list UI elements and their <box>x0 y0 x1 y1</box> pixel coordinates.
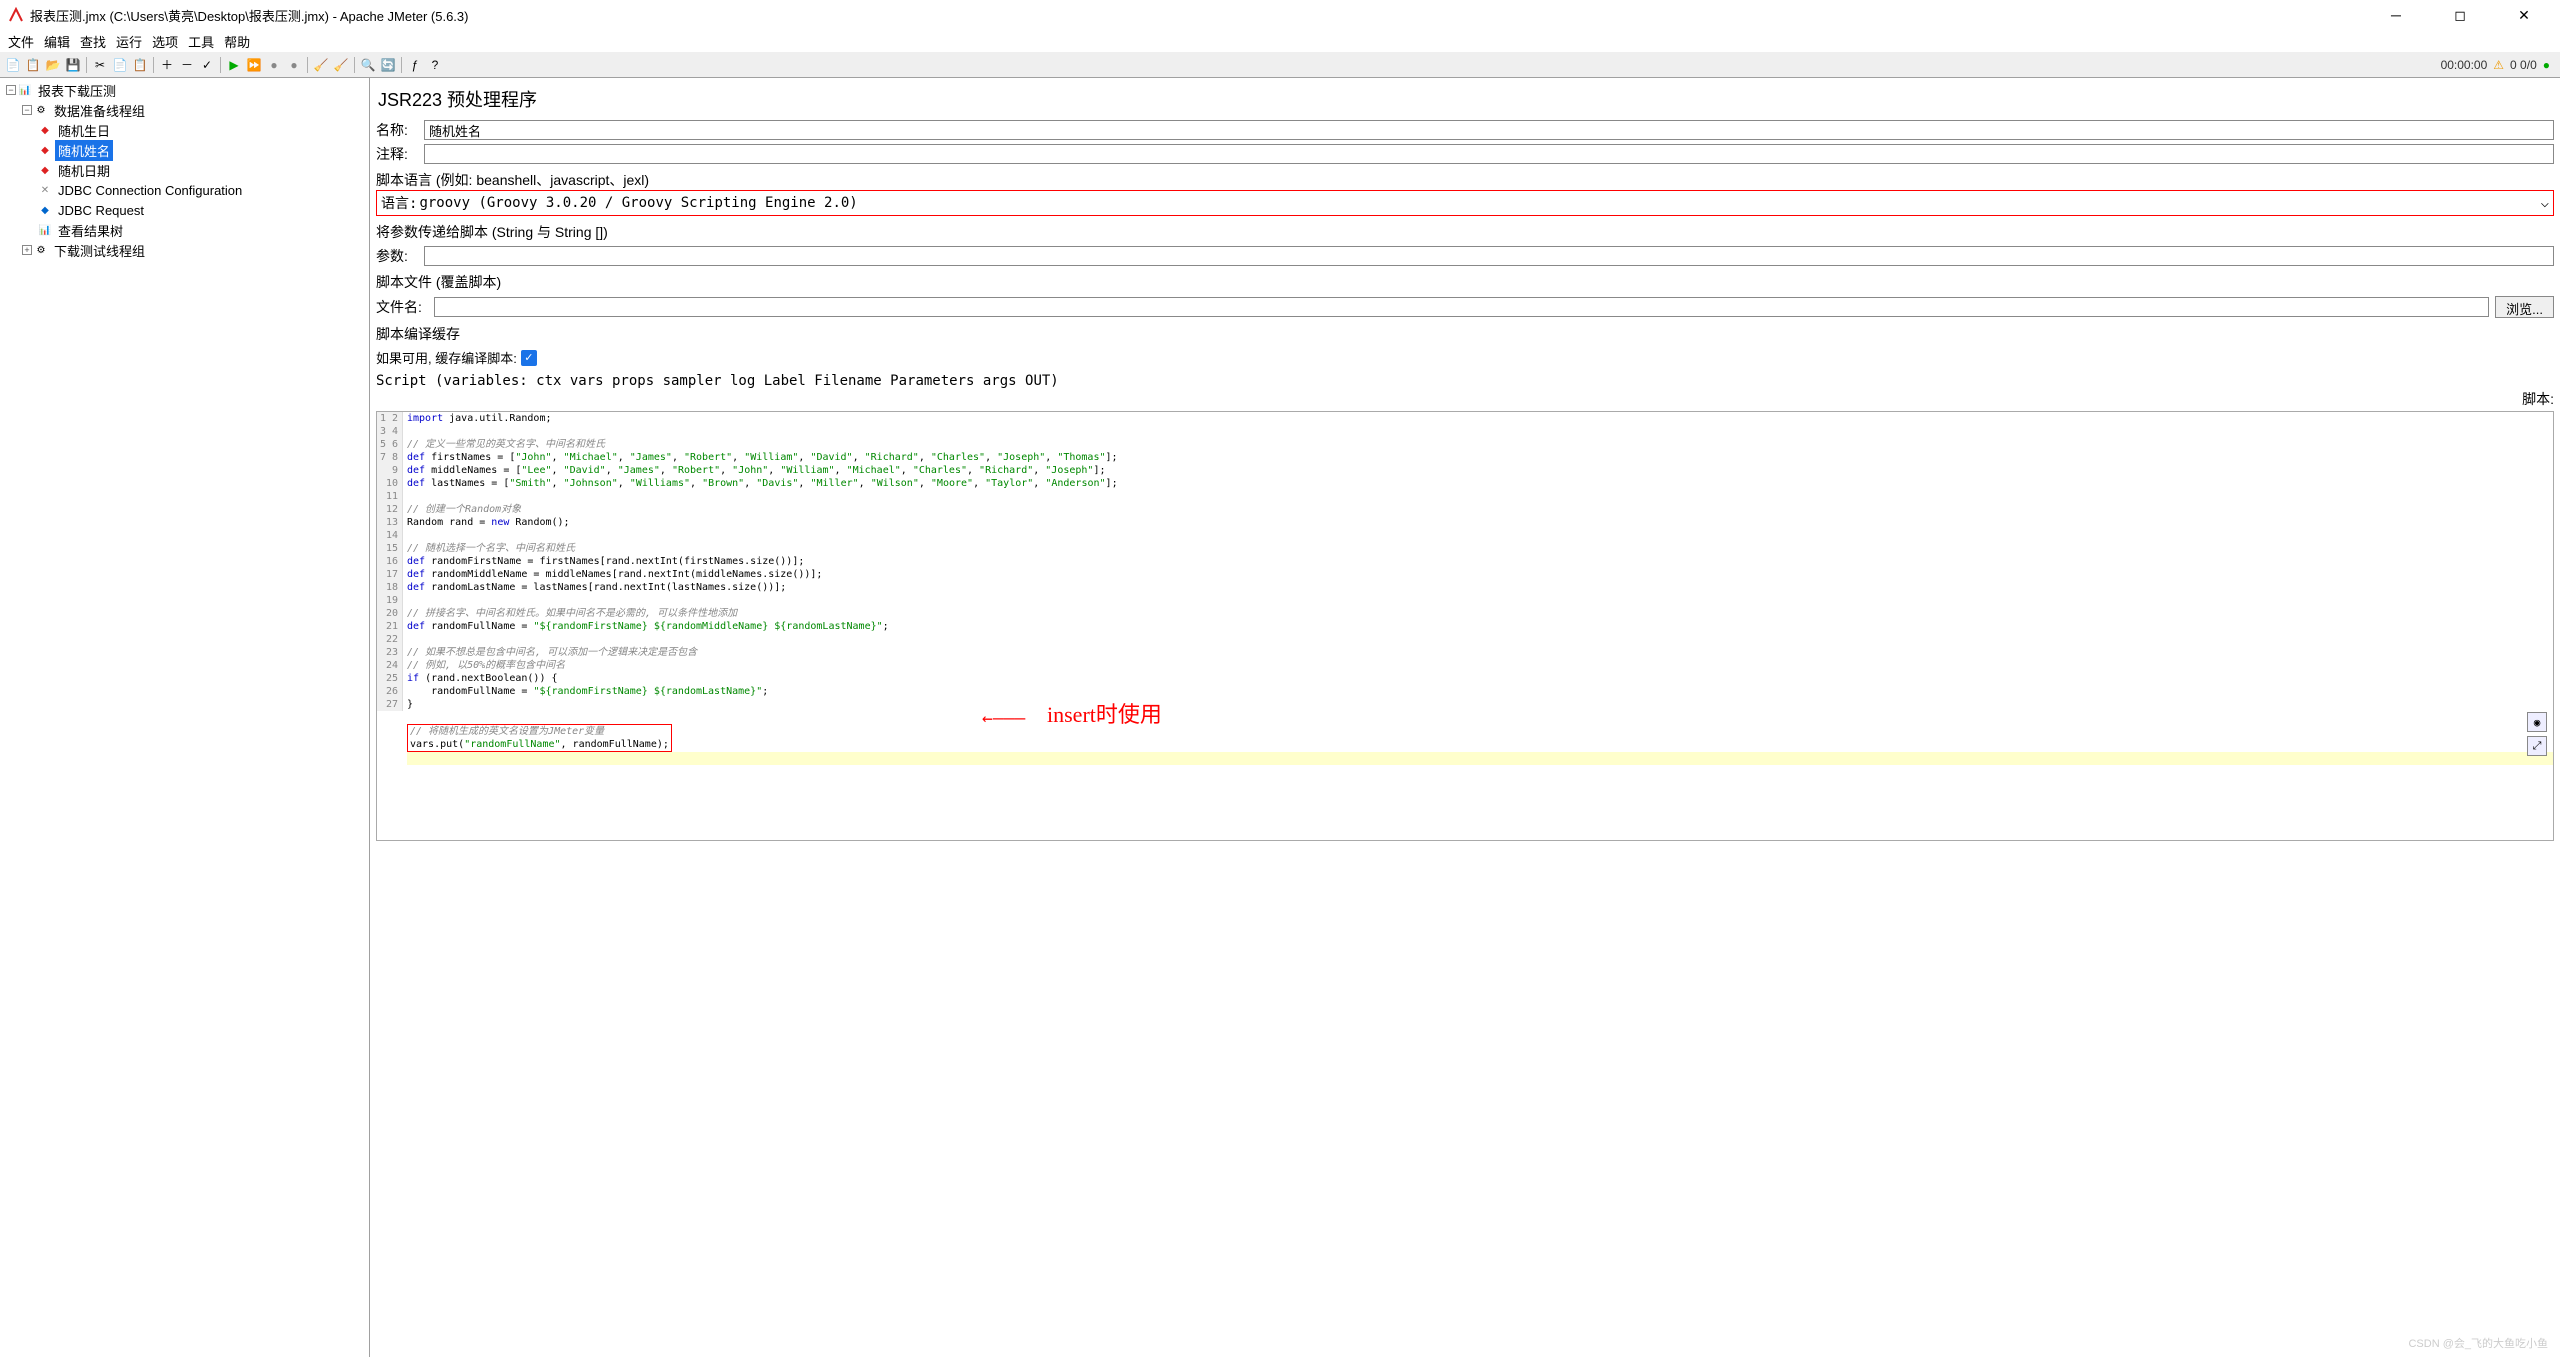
script-vars-header: Script (variables: ctx vars props sample… <box>376 373 2554 389</box>
preprocessor-icon: ◆ <box>38 123 52 137</box>
stop-icon[interactable]: ● <box>265 56 283 74</box>
line-gutter: 1 2 3 4 5 6 7 8 9 10 11 12 13 14 15 16 1… <box>377 412 403 711</box>
toolbar: 📄 📋 📂 💾 ✂ 📄 📋 ＋ － ✓ ▶ ⏩ ● ● 🧹 🧹 🔍 🔄 ƒ ? … <box>0 52 2560 78</box>
elapsed-time: 00:00:00 <box>2441 58 2488 72</box>
cache-header: 脚本编译缓存 <box>376 324 2554 344</box>
app-icon <box>8 7 24 23</box>
script-label: 脚本: <box>376 389 2554 409</box>
start-notimers-icon[interactable]: ⏩ <box>245 56 263 74</box>
status-indicator-icon: ● <box>2543 58 2550 72</box>
test-plan-tree[interactable]: − 📊 报表下载压测 − ⚙ 数据准备线程组 ◆ 随机生日 ◆ 随机姓名 ◆ 随… <box>0 78 370 1357</box>
menu-file[interactable]: 文件 <box>4 30 38 53</box>
annotation-arrow: ←——— <box>982 708 1025 729</box>
templates-icon[interactable]: 📋 <box>24 56 42 74</box>
menu-search[interactable]: 查找 <box>76 30 110 53</box>
close-button[interactable]: ✕ <box>2504 7 2544 24</box>
preprocessor-icon: ◆ <box>38 163 52 177</box>
name-label: 名称: <box>376 120 424 140</box>
tree-item-jdbc-request[interactable]: ◆ JDBC Request <box>0 200 369 220</box>
watermark: CSDN @会_飞的大鱼吃小鱼 <box>2408 1335 2548 1351</box>
save-icon[interactable]: 💾 <box>64 56 82 74</box>
expand-icon[interactable]: ＋ <box>158 56 176 74</box>
args-header: 将参数传递给脚本 (String 与 String []) <box>376 222 2554 242</box>
collapse-icon[interactable]: － <box>178 56 196 74</box>
sampler-icon: ◆ <box>38 203 52 217</box>
panel-title: JSR223 预处理程序 <box>376 82 2554 116</box>
tree-threadgroup-2[interactable]: + ⚙ 下载测试线程组 <box>0 240 369 260</box>
side-btn-2[interactable]: ⤢ <box>2527 736 2547 756</box>
clear-icon[interactable]: 🧹 <box>312 56 330 74</box>
tree-item-name[interactable]: ◆ 随机姓名 <box>0 140 369 160</box>
cache-checkbox[interactable]: ✓ <box>521 350 537 366</box>
minimize-button[interactable]: ─ <box>2376 7 2416 24</box>
menu-options[interactable]: 选项 <box>148 30 182 53</box>
tree-item-date[interactable]: ◆ 随机日期 <box>0 160 369 180</box>
tree-root[interactable]: − 📊 报表下载压测 <box>0 80 369 100</box>
editor-panel: JSR223 预处理程序 名称: 注释: 脚本语言 (例如: beanshell… <box>370 78 2560 1357</box>
comment-input[interactable] <box>424 144 2554 164</box>
annotation-text: insert时使用 <box>1047 697 1162 729</box>
file-header: 脚本文件 (覆盖脚本) <box>376 272 2554 292</box>
name-input[interactable] <box>424 120 2554 140</box>
collapse-icon[interactable]: − <box>22 105 32 115</box>
params-input[interactable] <box>424 246 2554 266</box>
language-value: groovy (Groovy 3.0.20 / Groovy Scripting… <box>419 195 857 211</box>
menu-tools[interactable]: 工具 <box>184 30 218 53</box>
menu-bar: 文件 编辑 查找 运行 选项 工具 帮助 <box>0 30 2560 52</box>
threadgroup-icon: ⚙ <box>34 103 48 117</box>
maximize-button[interactable]: ◻ <box>2440 7 2480 24</box>
dropdown-icon[interactable]: ⌵ <box>2541 195 2549 211</box>
shutdown-icon[interactable]: ● <box>285 56 303 74</box>
new-icon[interactable]: 📄 <box>4 56 22 74</box>
config-icon: ✕ <box>38 183 52 197</box>
expand-icon[interactable]: + <box>22 245 32 255</box>
testplan-icon: 📊 <box>18 83 32 97</box>
tree-item-results[interactable]: 📊 查看结果树 <box>0 220 369 240</box>
file-label: 文件名: <box>376 297 434 317</box>
toggle-icon[interactable]: ✓ <box>198 56 216 74</box>
paste-icon[interactable]: 📋 <box>131 56 149 74</box>
tree-item-jdbc-config[interactable]: ✕ JDBC Connection Configuration <box>0 180 369 200</box>
help-icon[interactable]: ? <box>426 56 444 74</box>
window-titlebar: 报表压测.jmx (C:\Users\黄亮\Desktop\报表压测.jmx) … <box>0 0 2560 30</box>
search-icon[interactable]: 🔍 <box>359 56 377 74</box>
script-editor[interactable]: 1 2 3 4 5 6 7 8 9 10 11 12 13 14 15 16 1… <box>376 411 2554 841</box>
preprocessor-icon: ◆ <box>38 143 52 157</box>
menu-edit[interactable]: 编辑 <box>40 30 74 53</box>
window-title: 报表压测.jmx (C:\Users\黄亮\Desktop\报表压测.jmx) … <box>30 6 2376 25</box>
language-selector[interactable]: 语言: groovy (Groovy 3.0.20 / Groovy Scrip… <box>376 190 2554 216</box>
listener-icon: 📊 <box>38 223 52 237</box>
copy-icon[interactable]: 📄 <box>111 56 129 74</box>
menu-help[interactable]: 帮助 <box>220 30 254 53</box>
start-icon[interactable]: ▶ <box>225 56 243 74</box>
comment-label: 注释: <box>376 144 424 164</box>
warning-icon: ⚠ <box>2493 58 2504 72</box>
open-icon[interactable]: 📂 <box>44 56 62 74</box>
params-label: 参数: <box>376 246 424 266</box>
thread-counts: 0 0/0 <box>2510 58 2537 72</box>
side-btn-1[interactable]: ◉ <box>2527 712 2547 732</box>
cut-icon[interactable]: ✂ <box>91 56 109 74</box>
file-input[interactable] <box>434 297 2489 317</box>
browse-button[interactable]: 浏览... <box>2495 296 2554 318</box>
menu-run[interactable]: 运行 <box>112 30 146 53</box>
threadgroup-icon: ⚙ <box>34 243 48 257</box>
clear-all-icon[interactable]: 🧹 <box>332 56 350 74</box>
script-lang-header: 脚本语言 (例如: beanshell、javascript、jexl) <box>376 170 2554 190</box>
tree-item-birthday[interactable]: ◆ 随机生日 <box>0 120 369 140</box>
cache-label: 如果可用, 缓存编译脚本: <box>376 348 517 367</box>
tree-threadgroup-1[interactable]: − ⚙ 数据准备线程组 <box>0 100 369 120</box>
collapse-icon[interactable]: − <box>6 85 16 95</box>
reset-search-icon[interactable]: 🔄 <box>379 56 397 74</box>
function-helper-icon[interactable]: ƒ <box>406 56 424 74</box>
